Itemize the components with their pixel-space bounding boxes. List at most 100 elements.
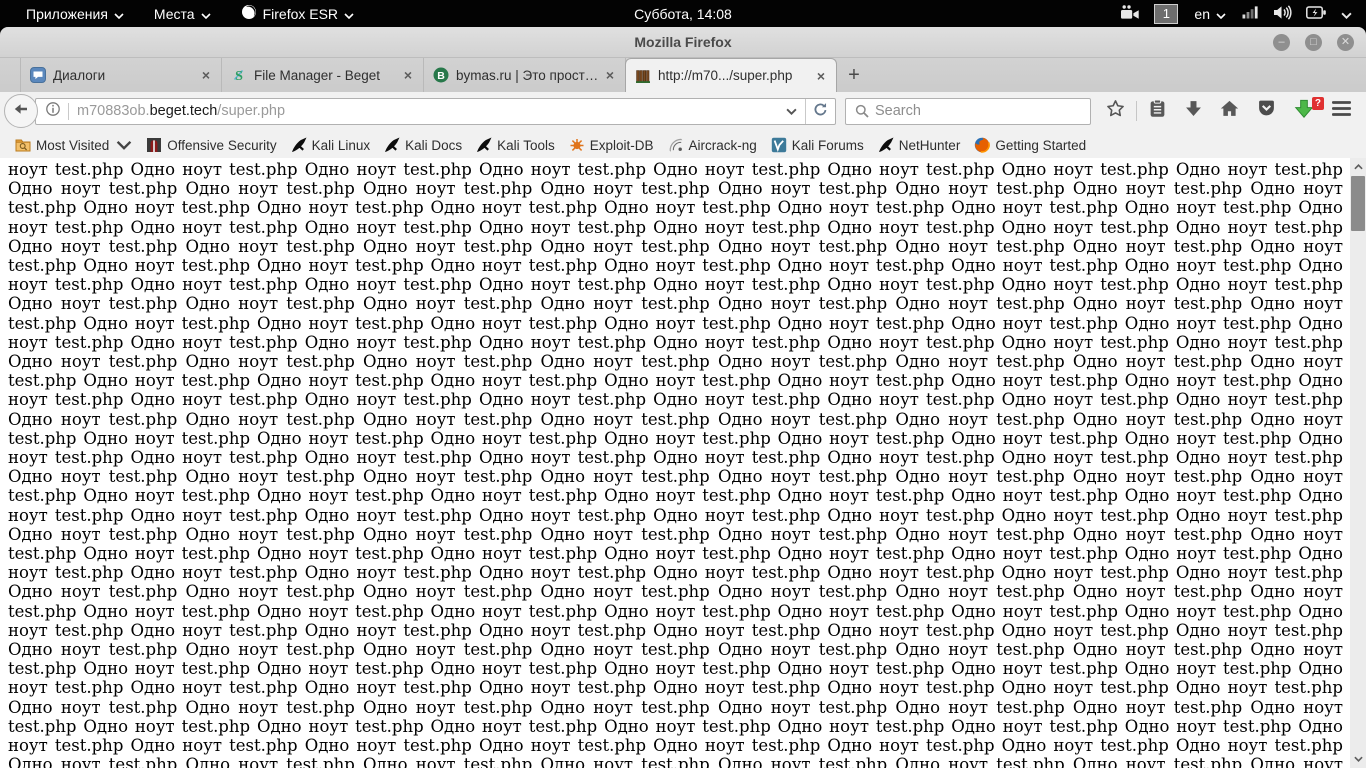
battery-icon[interactable] <box>1306 6 1327 22</box>
chevron-down-icon <box>114 6 124 22</box>
window-titlebar[interactable]: Mozilla Firefox – □ ✕ <box>0 27 1366 58</box>
network-signal-icon <box>1242 5 1259 22</box>
site-identity-button[interactable] <box>36 101 68 121</box>
bookmark-label: Getting Started <box>995 138 1086 153</box>
clock-label: Суббота, 14:08 <box>634 6 732 22</box>
screen-recorder-icon <box>1120 5 1140 23</box>
url-bar[interactable]: m70883ob.beget.tech/super.php <box>35 98 836 125</box>
chevron-down-icon <box>201 6 211 22</box>
url-domain: beget.tech <box>150 103 218 119</box>
maximize-button[interactable]: □ <box>1305 34 1322 51</box>
bookmark-label: Kali Forums <box>792 138 864 153</box>
offsec-icon <box>146 137 162 153</box>
firefox-window: Mozilla Firefox – □ ✕ Диалоги × S File Mana… <box>0 27 1366 768</box>
bookmark-item-kali-linux[interactable]: Kali Linux <box>284 133 378 157</box>
scroll-up-arrow-icon[interactable] <box>1350 159 1366 175</box>
places-menu[interactable]: Места <box>142 0 223 27</box>
tab-label: bymas.ru | Это прост… <box>456 68 597 83</box>
dagger-icon <box>384 137 400 153</box>
bookmark-item-most-visited[interactable]: Most Visited <box>8 133 139 157</box>
fence-favicon-icon <box>635 68 651 84</box>
tab-close-icon[interactable]: × <box>815 68 827 84</box>
tab-close-icon[interactable]: × <box>604 67 616 83</box>
scroll-down-arrow-icon[interactable] <box>1350 751 1366 767</box>
firefox-appmenu-label: Firefox ESR <box>263 6 338 22</box>
svg-text:S: S <box>235 69 243 83</box>
home-button[interactable] <box>1211 94 1248 128</box>
chevron-down-icon <box>116 137 132 153</box>
applications-menu-label: Приложения <box>26 6 108 22</box>
chevron-down-icon <box>1216 6 1226 22</box>
bookmark-label: Kali Linux <box>312 138 371 153</box>
aircrack-icon <box>668 137 684 153</box>
tab-label: http://m70.../super.php <box>658 68 808 83</box>
reload-button[interactable] <box>805 99 835 124</box>
beget-favicon-icon: S <box>231 67 247 83</box>
bookmark-item-nethunter[interactable]: NetHunter <box>871 133 968 157</box>
tab-3[interactable]: Bbymas.ru | Это прост… × <box>424 58 626 92</box>
bookmark-label: Kali Docs <box>405 138 462 153</box>
screen: Приложения Места Firefox ESR Суббота, 14… <box>0 0 1366 768</box>
info-icon <box>45 101 61 121</box>
bookmark-item-kali-forums[interactable]: Kali Forums <box>764 133 871 157</box>
bookmarks-toolbar: Most Visited Offensive Security Kali Linux… <box>0 130 1366 161</box>
search-input[interactable] <box>875 103 1090 119</box>
svg-text:B: B <box>437 70 445 82</box>
pocket-button[interactable] <box>1248 94 1285 128</box>
close-button[interactable]: ✕ <box>1337 34 1354 51</box>
system-menu-chevron-icon[interactable] <box>1341 6 1352 22</box>
search-bar[interactable] <box>845 98 1091 125</box>
vertical-scrollbar[interactable] <box>1350 158 1366 768</box>
bookmarks-menu-button[interactable] <box>1139 94 1176 128</box>
applications-menu[interactable]: Приложения <box>14 0 136 27</box>
places-menu-label: Места <box>154 6 195 22</box>
bookmark-label: Most Visited <box>36 138 109 153</box>
tab-strip: Диалоги×SFile Manager - Beget×Bbymas.ru … <box>0 58 1366 92</box>
bookmark-item-exploit-db[interactable]: Exploit-DB <box>562 133 661 157</box>
dagger-icon <box>291 137 307 153</box>
home-icon <box>1220 100 1239 122</box>
tab-close-icon[interactable]: × <box>402 67 414 83</box>
workspace-indicator[interactable]: 1 <box>1154 4 1178 24</box>
bookmark-item-kali-docs[interactable]: Kali Docs <box>377 133 469 157</box>
bookmark-item-aircrack-ng[interactable]: Aircrack-ng <box>661 133 764 157</box>
download-arrow-icon <box>1185 100 1202 122</box>
bcircle-favicon-icon: B <box>433 67 449 83</box>
tab-1[interactable]: Диалоги × <box>20 58 222 92</box>
hamburger-icon <box>1332 101 1351 121</box>
keyboard-layout-menu[interactable]: en <box>1192 0 1228 27</box>
reload-icon <box>813 102 828 121</box>
tab-close-icon[interactable]: × <box>200 67 212 83</box>
url-text[interactable]: m70883ob.beget.tech/super.php <box>69 103 778 119</box>
chat-favicon-icon <box>30 67 46 83</box>
chevron-down-icon <box>344 6 354 22</box>
bookmark-item-getting-started[interactable]: Getting Started <box>967 133 1093 157</box>
back-button[interactable] <box>4 94 38 128</box>
volume-icon[interactable] <box>1273 5 1292 23</box>
urlbar-dropdown-button[interactable] <box>778 108 805 115</box>
tab-label: Диалоги <box>53 68 193 83</box>
url-path: /super.php <box>217 103 285 119</box>
menu-button[interactable] <box>1323 94 1360 128</box>
bookmark-label: Offensive Security <box>167 138 276 153</box>
downloads-button[interactable] <box>1176 94 1211 128</box>
scrollbar-thumb[interactable] <box>1351 176 1365 231</box>
edb-icon <box>569 137 585 153</box>
dagger-icon <box>878 137 894 153</box>
bookmark-label: Exploit-DB <box>590 138 654 153</box>
tab-label: File Manager - Beget <box>254 68 395 83</box>
tab-2[interactable]: S File Manager - Beget × <box>222 58 424 92</box>
folder-icon <box>15 137 31 153</box>
bookmark-item-kali-tools[interactable]: Kali Tools <box>469 133 562 157</box>
tab-4[interactable]: http://m70.../super.php × <box>625 58 837 92</box>
bookmark-item-offensive-security[interactable]: Offensive Security <box>139 133 283 157</box>
page-text: ноут test.php Одно ноут test.php Одно но… <box>0 158 1350 768</box>
firefox-appmenu[interactable]: Firefox ESR <box>229 0 366 27</box>
clock[interactable]: Суббота, 14:08 <box>634 0 732 27</box>
video-download-extension-button[interactable]: ? <box>1285 94 1323 128</box>
bookmark-star-button[interactable] <box>1097 94 1134 128</box>
navigation-toolbar: m70883ob.beget.tech/super.php <box>0 92 1366 130</box>
minimize-button[interactable]: – <box>1273 34 1290 51</box>
new-tab-button[interactable]: + <box>837 58 871 92</box>
clipboard-icon <box>1148 99 1167 123</box>
